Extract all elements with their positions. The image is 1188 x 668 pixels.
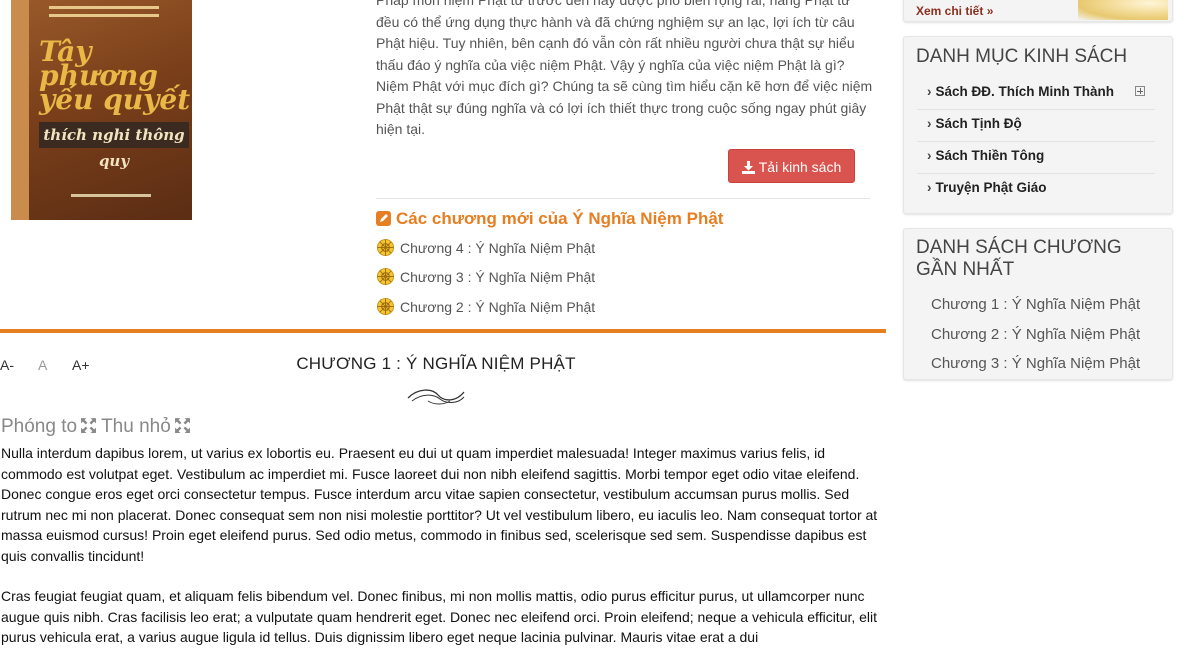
new-chapter-label: Chương 4 : Ý Nghĩa Niệm Phật bbox=[400, 240, 596, 256]
book-cover: Tây phương yếu quyết thích nghi thông qu… bbox=[11, 0, 192, 220]
divider bbox=[376, 198, 870, 199]
category-label: Sách Tịnh Độ bbox=[935, 116, 1022, 131]
expand-icon bbox=[174, 418, 190, 433]
category-item[interactable]: › Sách Thiền Tông bbox=[917, 142, 1155, 174]
zoom-in-label: Phóng to bbox=[1, 416, 78, 437]
new-chapters-title: Các chương mới của Ý Nghĩa Niệm Phật bbox=[376, 208, 723, 230]
zoom-controls: Phóng to Thu nhỏ bbox=[1, 416, 195, 438]
new-chapter-label: Chương 3 : Ý Nghĩa Niệm Phật bbox=[400, 269, 596, 285]
download-icon bbox=[741, 161, 755, 174]
new-chapter-link[interactable]: Chương 3 : Ý Nghĩa Niệm Phật bbox=[376, 267, 595, 286]
recent-chapter-link[interactable]: Chương 1 : Ý Nghĩa Niệm Phật bbox=[931, 296, 1140, 313]
section-divider bbox=[0, 329, 886, 333]
featured-image bbox=[1078, 0, 1168, 20]
recent-chapter-link[interactable]: Chương 2 : Ý Nghĩa Niệm Phật bbox=[931, 326, 1140, 343]
new-chapter-label: Chương 2 : Ý Nghĩa Niệm Phật bbox=[400, 299, 596, 315]
edit-icon bbox=[376, 211, 391, 226]
recent-chapters-title: DANH SÁCH CHƯƠNG GẦN NHẤT bbox=[916, 237, 1122, 280]
download-label: Tải kinh sách bbox=[758, 159, 842, 175]
chapter-content: Nulla interdum dapibus lorem, ut varius … bbox=[1, 443, 881, 668]
dharma-wheel-icon bbox=[376, 238, 395, 257]
category-label: Truyện Phật Giáo bbox=[935, 180, 1047, 195]
cover-title: Tây phương yếu quyết bbox=[39, 35, 191, 116]
category-item[interactable]: › Sách Tịnh Độ bbox=[917, 110, 1155, 142]
plus-box-icon[interactable] bbox=[1135, 86, 1145, 96]
new-chapter-link[interactable]: Chương 4 : Ý Nghĩa Niệm Phật bbox=[376, 238, 595, 257]
chevron-right-icon: › bbox=[927, 180, 932, 195]
content-paragraph: Nulla interdum dapibus lorem, ut varius … bbox=[1, 445, 878, 564]
dharma-wheel-icon bbox=[376, 267, 395, 286]
cover-author: thích nghi thông quy bbox=[39, 122, 189, 170]
new-chapters-title-text: Các chương mới của Ý Nghĩa Niệm Phật bbox=[396, 209, 724, 228]
expand-icon bbox=[81, 418, 97, 433]
category-label: Sách Thiền Tông bbox=[935, 148, 1045, 163]
recent-chapter-link[interactable]: Chương 3 : Ý Nghĩa Niệm Phật bbox=[931, 355, 1140, 372]
cover-decoration bbox=[49, 6, 159, 9]
more-link[interactable]: Xem chi tiết » bbox=[916, 4, 993, 18]
content-paragraph: Cras feugiat feugiat quam, et aliquam fe… bbox=[1, 588, 878, 645]
zoom-out-label: Thu nhỏ bbox=[101, 416, 171, 437]
chapter-title: CHƯƠNG 1 : Ý NGHĨA NIỆM PHẬT bbox=[296, 354, 576, 373]
cover-decoration bbox=[71, 194, 151, 197]
cover-decoration bbox=[49, 14, 159, 17]
cover-spine-strip bbox=[11, 0, 29, 220]
chevron-right-icon: › bbox=[927, 148, 932, 163]
category-item[interactable]: › Truyện Phật Giáo bbox=[917, 174, 1155, 205]
zoom-in-button[interactable]: Phóng to bbox=[1, 416, 101, 437]
book-description: Pháp môn niệm Phật từ trước đến nay được… bbox=[376, 0, 873, 137]
flourish-ornament-icon bbox=[407, 389, 465, 405]
category-label: Sách ĐĐ. Thích Minh Thành bbox=[935, 84, 1115, 99]
chevron-right-icon: › bbox=[927, 116, 932, 131]
dharma-wheel-icon bbox=[376, 297, 395, 316]
zoom-out-button[interactable]: Thu nhỏ bbox=[101, 416, 195, 437]
categories-title: DANH MỤC KINH SÁCH bbox=[916, 46, 1128, 67]
new-chapter-link[interactable]: Chương 2 : Ý Nghĩa Niệm Phật bbox=[376, 297, 595, 316]
categories-list: › Sách ĐĐ. Thích Minh Thành › Sách Tịnh Độ… bbox=[917, 78, 1155, 205]
download-button[interactable]: Tải kinh sách bbox=[728, 149, 855, 183]
chevron-right-icon: › bbox=[927, 84, 932, 99]
category-item[interactable]: › Sách ĐĐ. Thích Minh Thành bbox=[917, 78, 1155, 110]
